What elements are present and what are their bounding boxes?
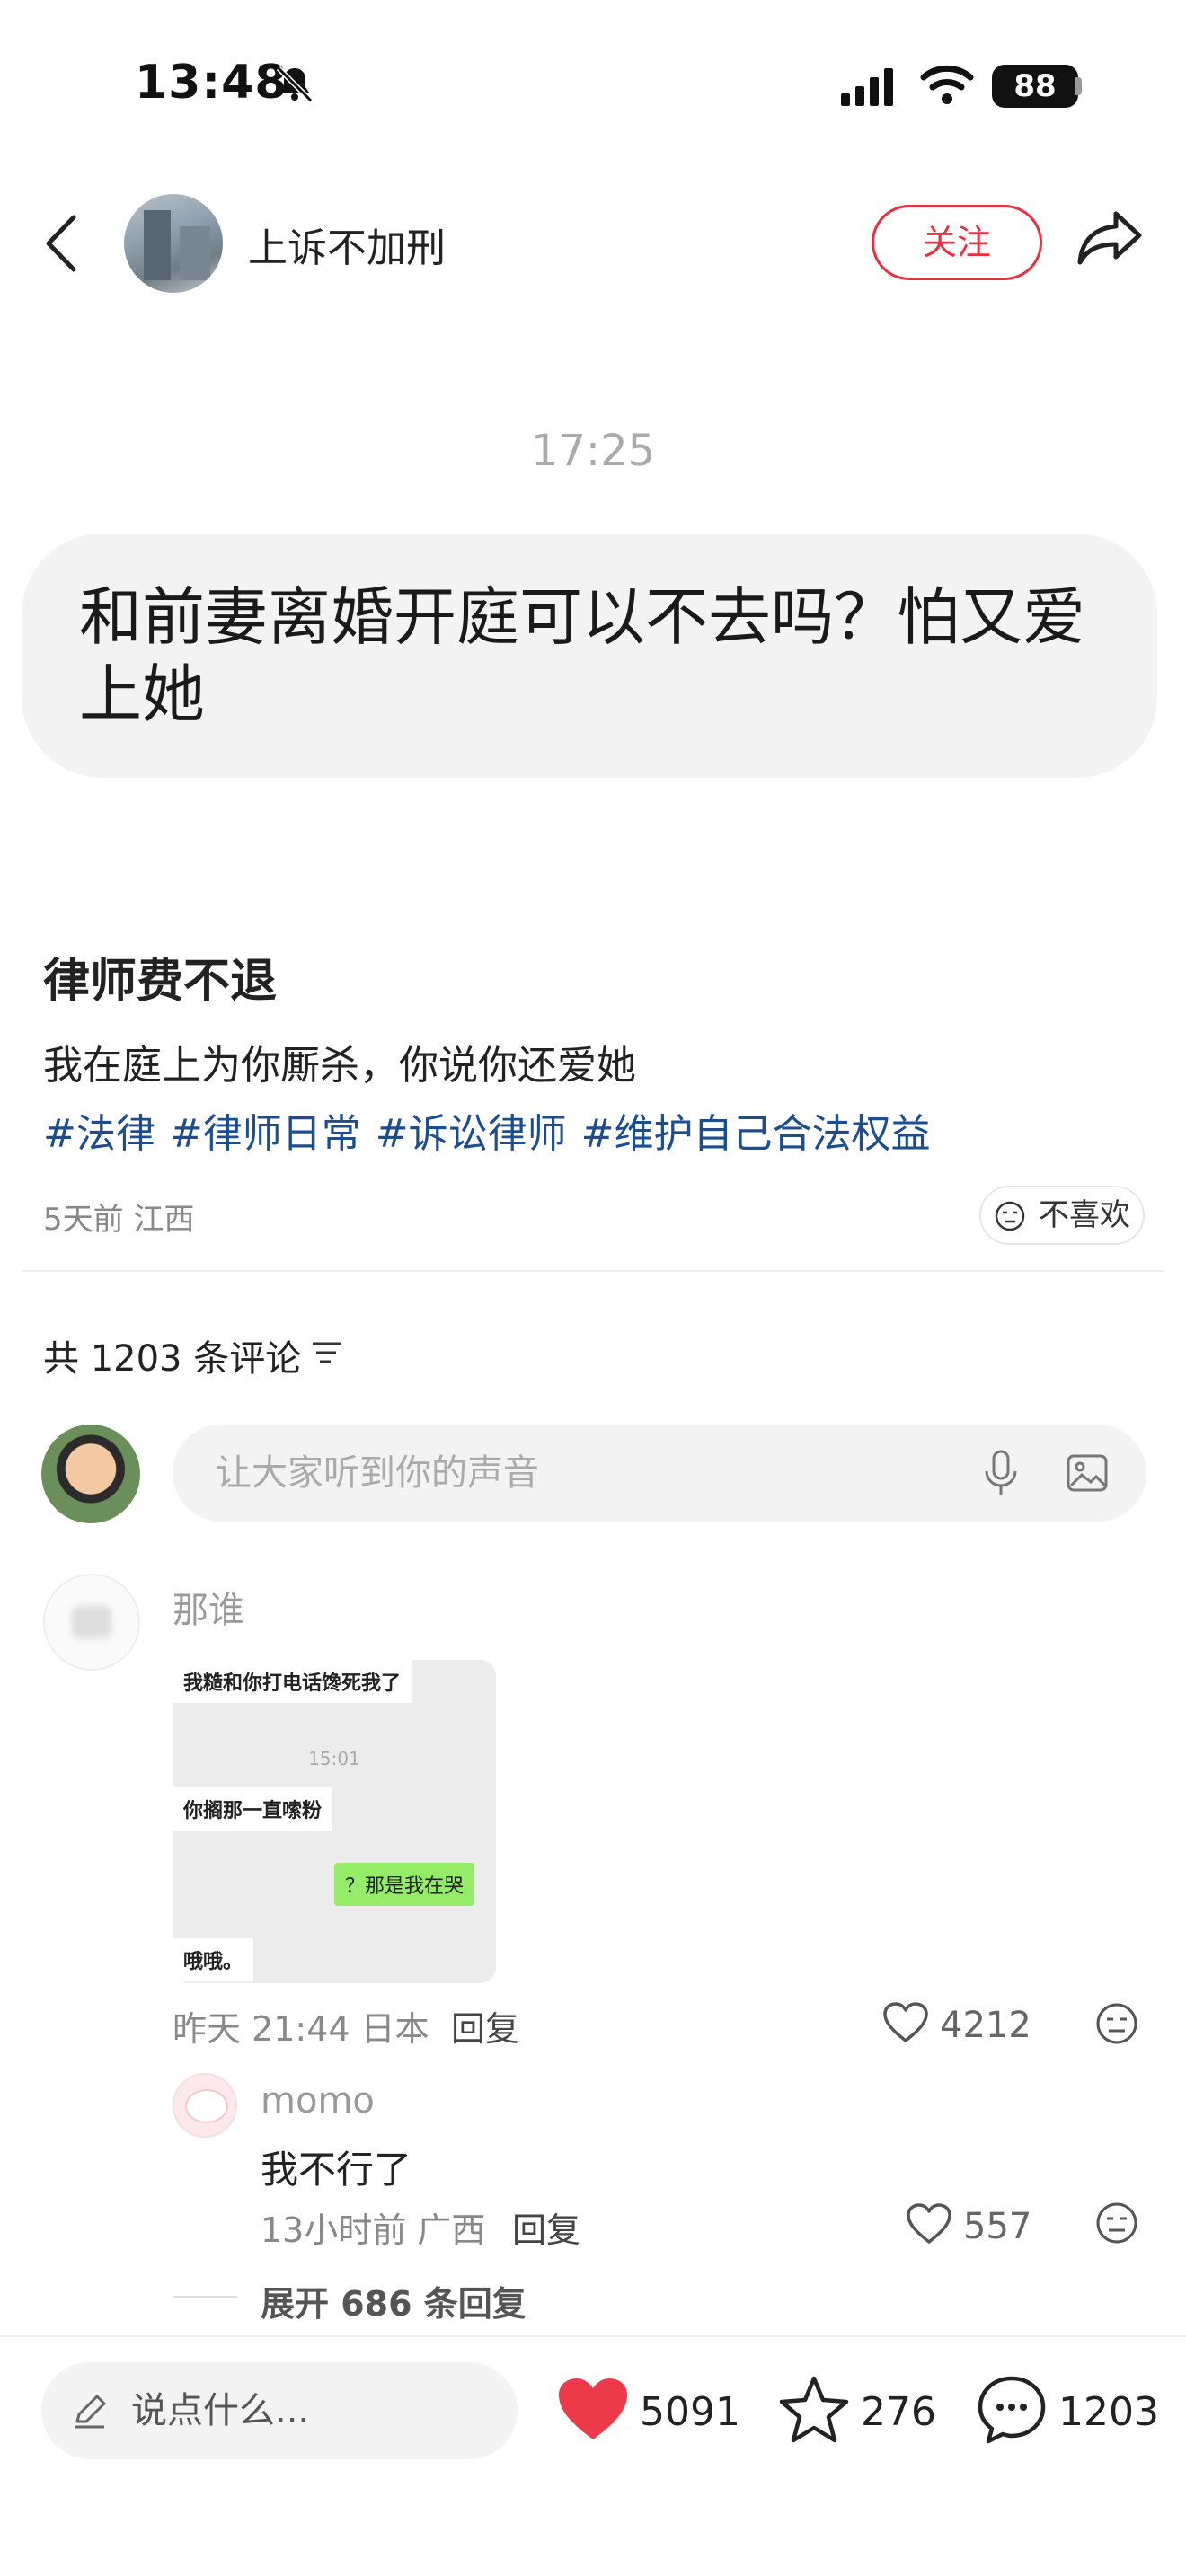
comment-image[interactable]: 我糙和你打电话馋死我了 15:01 你搁那一直嗦粉 ？那是我在哭 哦哦。 [173,1660,496,1983]
tag-link[interactable]: #诉讼律师 [376,1111,567,1157]
my-avatar [41,1425,140,1523]
reply-name[interactable]: momo [261,2080,375,2122]
meh-face-icon [995,1201,1025,1231]
reply-avatar[interactable] [173,2073,237,2138]
chat-message: 我糙和你打电话馋死我了 [173,1660,412,1703]
share-icon[interactable] [1076,208,1143,268]
question-bubble: 和前妻离婚开庭可以不去吗？怕又爱上她 [22,534,1157,778]
reply-meta: 13小时前 广西 [261,2210,486,2250]
say-something-input[interactable]: 说点什么... [41,2362,518,2459]
microphone-icon[interactable] [981,1448,1021,1498]
meh-face-icon[interactable] [1094,2001,1139,2046]
reply-text: 我不行了 [261,2148,412,2192]
wifi-icon [920,65,974,104]
follow-button[interactable]: 关注 [872,205,1042,280]
expand-line [173,2296,237,2298]
image-icon[interactable] [1066,1451,1109,1495]
battery-indicator: 88 [992,65,1078,108]
like-count: 5091 [640,2389,740,2435]
comment-like-count: 4212 [940,2005,1031,2046]
bell-muted-icon [276,66,314,103]
reply-like-count: 557 [963,2206,1032,2247]
tag-link[interactable]: #律师日常 [170,1111,361,1157]
chat-time: 15:01 [308,1748,360,1769]
post-meta: 5天前 江西 [43,1202,195,1238]
divider [22,1270,1164,1272]
bottom-divider [0,2335,1186,2337]
meh-face-icon[interactable] [1094,2201,1139,2245]
reply-button[interactable]: 回复 [451,2001,519,2051]
tag-link[interactable]: #维护自己合法权益 [581,1111,931,1157]
back-icon[interactable] [43,212,79,275]
author-name[interactable]: 上诉不加刑 [248,216,446,273]
comment-count: 共 1203 条评论 [43,1338,302,1380]
chat-message-sent: ？那是我在哭 [334,1863,475,1906]
post-time: 17:25 [530,426,656,476]
reply-button[interactable]: 回复 [512,2202,580,2252]
comment-meta: 昨天 21:44 日本 [173,2009,429,2049]
tag-list: #法律 #律师日常 #诉讼律师 #维护自己合法权益 [43,1101,945,1159]
chat-message: 哦哦。 [173,1938,254,1981]
comment-total-count: 1203 [1058,2389,1159,2435]
chat-message: 你搁那一直嗦粉 [173,1787,333,1831]
post-title: 律师费不退 [43,955,278,1009]
post-body: 我在庭上为你厮杀，你说你还爱她 [43,1043,636,1089]
status-time: 13:48 [135,56,288,110]
commenter-avatar[interactable] [43,1574,140,1671]
star-icon[interactable] [778,2375,850,2445]
battery-tip [1075,77,1082,95]
star-count: 276 [861,2389,936,2435]
heart-filled-icon[interactable] [557,2377,629,2443]
author-avatar[interactable] [124,194,223,293]
sort-icon[interactable] [309,1337,345,1369]
expand-replies-button[interactable]: 展开 686 条回复 [261,2276,527,2325]
commenter-name[interactable]: 那谁 [173,1581,244,1633]
heart-outline-icon[interactable] [906,2202,952,2245]
cellular-signal-icon [841,68,893,106]
tag-link[interactable]: #法律 [43,1111,155,1157]
pencil-icon [75,2395,106,2429]
comment-bubble-icon[interactable] [976,2373,1048,2445]
heart-outline-icon[interactable] [882,2001,929,2044]
